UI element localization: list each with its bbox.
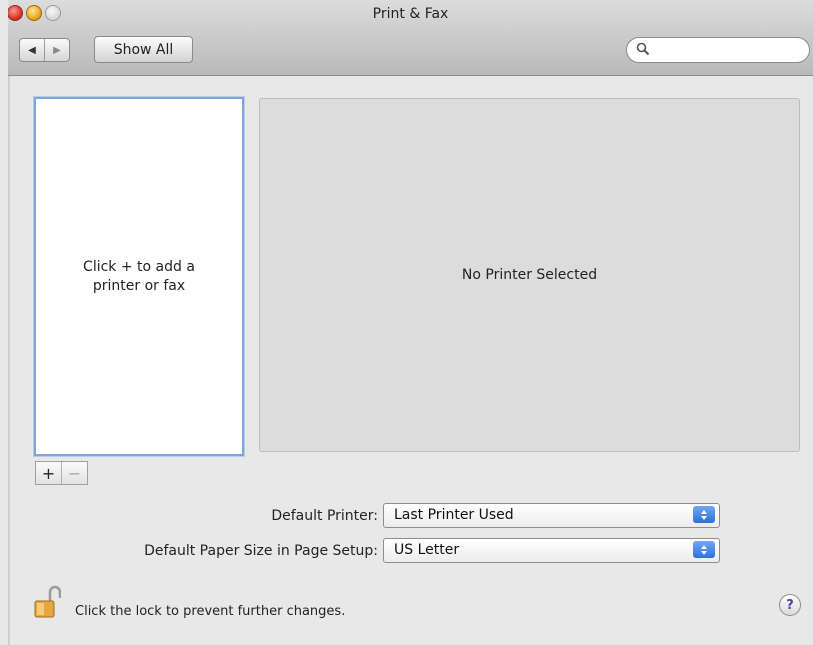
help-button[interactable]: ? [779,594,801,616]
titlebar: Print & Fax ◀ ▶ Show All [8,0,813,76]
window-title: Print & Fax [372,6,449,22]
empty-list-hint: Click + to add a printer or fax [83,258,195,294]
back-button[interactable]: ◀ [20,39,44,61]
search-input[interactable] [655,40,799,60]
unlocked-padlock-icon[interactable] [33,585,61,619]
search-field[interactable] [626,37,810,63]
right-triangle-icon: ▶ [53,44,61,56]
popup-arrows-icon [693,541,715,558]
printer-list[interactable]: Click + to add a printer or fax [34,97,244,456]
add-remove-control: + − [35,461,88,485]
lock-message: Click the lock to prevent further change… [75,604,346,619]
nav-buttons: ◀ ▶ [19,38,70,62]
window-edge [8,76,10,645]
default-paper-size-popup[interactable]: US Letter [383,538,720,563]
default-printer-popup[interactable]: Last Printer Used [383,503,720,528]
default-printer-label: Default Printer: [271,508,378,524]
print-fax-window: Print & Fax ◀ ▶ Show All Click + to add … [8,0,813,645]
search-icon [636,42,650,56]
remove-printer-button[interactable]: − [61,462,87,484]
popup-arrows-icon [693,506,715,523]
add-printer-button[interactable]: + [36,462,61,484]
show-all-button[interactable]: Show All [94,36,193,63]
default-printer-value: Last Printer Used [394,507,514,523]
forward-button[interactable]: ▶ [44,39,69,61]
no-printer-message: No Printer Selected [461,267,598,283]
default-paper-size-label: Default Paper Size in Page Setup: [144,543,378,559]
left-triangle-icon: ◀ [28,44,36,56]
printer-detail-pane: No Printer Selected [259,98,800,452]
default-paper-size-value: US Letter [394,542,460,558]
